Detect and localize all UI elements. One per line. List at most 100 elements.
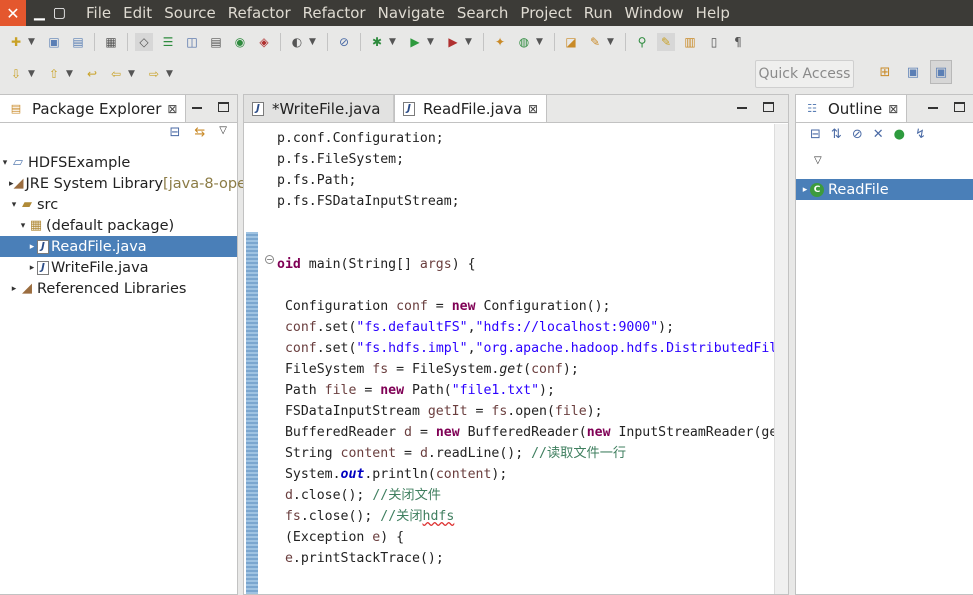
profile-icon[interactable]: ◐	[288, 33, 306, 51]
chevron-down-icon[interactable]: ▾	[9, 200, 19, 210]
chevron-right-icon[interactable]: ▸	[27, 263, 37, 273]
tree-item[interactable]: ▾ ▱ HDFSExample	[0, 152, 237, 173]
tab-package-explorer[interactable]: ▤ Package Explorer ⊠	[0, 94, 187, 122]
java-ee-perspective-icon[interactable]: ▣	[902, 60, 924, 84]
next-annotation-down-icon[interactable]: ⇩	[7, 65, 25, 83]
whitespace-icon[interactable]: ◉	[231, 33, 249, 51]
menu-search[interactable]: Search	[451, 0, 515, 26]
new-class-icon[interactable]: ◍	[515, 33, 533, 51]
chevron-down-icon[interactable]: ▼	[536, 37, 546, 47]
minimize-icon[interactable]	[192, 107, 202, 109]
forward-icon[interactable]: ⇨	[145, 65, 163, 83]
annotation-icon[interactable]: ▥	[681, 33, 699, 51]
chevron-right-icon[interactable]: ▸	[27, 242, 37, 252]
hide-static-icon[interactable]: ✕	[873, 127, 884, 142]
chevron-down-icon[interactable]: ▼	[66, 69, 76, 79]
close-icon[interactable]: ⊠	[167, 102, 177, 116]
collapse-all-icon[interactable]: ⊟	[169, 125, 180, 140]
save-icon[interactable]: ▣	[45, 33, 63, 51]
tree-item[interactable]: ▾ ▰ src	[0, 194, 237, 215]
skip-breakpoints-icon[interactable]: ⊘	[335, 33, 353, 51]
tree-item[interactable]: ▸ ◢ JRE System Library [java-8-ope	[0, 173, 246, 194]
show-whitespace-icon[interactable]: ¶	[729, 33, 747, 51]
tab-writefilejava[interactable]: J *WriteFile.java	[244, 95, 394, 122]
editor-scrollbar[interactable]	[774, 124, 788, 594]
menu-refactor[interactable]: Refactor	[222, 0, 297, 26]
chevron-down-icon[interactable]: ▼	[309, 37, 319, 47]
menu-run[interactable]: Run	[578, 0, 619, 26]
menu-navigate[interactable]: Navigate	[372, 0, 451, 26]
minimize-icon[interactable]	[737, 107, 747, 109]
mark-occurrences-icon[interactable]: ✎	[657, 33, 675, 51]
tree-item[interactable]: ▸ J ReadFile.java	[0, 236, 237, 257]
chevron-down-icon[interactable]: ▾	[18, 221, 28, 231]
collapse-all-icon[interactable]: ⊟	[810, 127, 821, 142]
tree-item[interactable]: ▾ ▦ (default package)	[0, 215, 237, 236]
new-java-project-icon[interactable]: ✦	[491, 33, 509, 51]
menu-project[interactable]: Project	[514, 0, 577, 26]
menu-file[interactable]: File	[80, 0, 117, 26]
tab-readfilejava[interactable]: J ReadFile.java ⊠	[394, 94, 548, 122]
chevron-down-icon[interactable]: ▾	[0, 158, 10, 168]
chevron-down-icon[interactable]: ▼	[28, 37, 38, 47]
hide-local-types-icon[interactable]: ↯	[915, 127, 926, 142]
run-icon[interactable]: ▶	[406, 33, 424, 51]
javadoc-icon[interactable]: ◫	[183, 33, 201, 51]
binary-icon[interactable]: ▦	[102, 33, 120, 51]
menu-source[interactable]: Source	[158, 0, 222, 26]
chevron-down-icon[interactable]: ▼	[28, 69, 38, 79]
hide-fields-icon[interactable]: ⊘	[852, 127, 863, 142]
open-perspective-icon[interactable]: ⊞	[874, 60, 896, 84]
fold-toggle-icon[interactable]: −	[265, 255, 274, 264]
next-annotation-icon[interactable]: ▯	[705, 33, 723, 51]
view-menu-icon[interactable]: ▽	[814, 155, 822, 166]
run-external-icon[interactable]: ▶	[444, 33, 462, 51]
hide-non-public-icon[interactable]: ●	[894, 127, 905, 142]
chevron-down-icon[interactable]: ▼	[607, 37, 617, 47]
code-content[interactable]: p.conf.Configuration; p.fs.FileSystem; p.f…	[277, 128, 774, 569]
close-icon[interactable]: ⊠	[888, 102, 898, 116]
minimize-icon[interactable]	[928, 107, 938, 109]
chevron-down-icon[interactable]: ▼	[427, 37, 437, 47]
chevron-right-icon[interactable]: ▸	[800, 185, 810, 195]
block-select-icon[interactable]: ☰	[159, 33, 177, 51]
chevron-down-icon[interactable]: ▼	[166, 69, 176, 79]
outline-item[interactable]: ▸ C ReadFile	[796, 179, 973, 200]
menu-refactor[interactable]: Refactor	[297, 0, 372, 26]
save-all-icon[interactable]: ▤	[69, 33, 87, 51]
chevron-right-icon[interactable]: ▸	[9, 284, 19, 294]
chevron-down-icon[interactable]: ▼	[389, 37, 399, 47]
tab-outline[interactable]: ☷ Outline ⊠	[796, 94, 908, 122]
toggle-mark-icon[interactable]: ◇	[135, 33, 153, 51]
maximize-icon[interactable]	[763, 102, 774, 112]
toggle-breadcrumb-icon[interactable]: ⚲	[633, 33, 651, 51]
sort-icon[interactable]: ⇅	[831, 127, 842, 142]
search-icon[interactable]: ✎	[586, 33, 604, 51]
maximize-icon[interactable]: ▢	[53, 5, 66, 21]
previous-annotation-up-icon[interactable]: ⇧	[45, 65, 63, 83]
build-icon[interactable]: ◈	[255, 33, 273, 51]
menu-window[interactable]: Window	[619, 0, 690, 26]
minimize-icon[interactable]: ▁	[34, 5, 45, 21]
link-with-editor-icon[interactable]: ⇆	[194, 125, 205, 140]
window-close-button[interactable]: ✕	[0, 0, 26, 26]
tree-item[interactable]: ▸ J WriteFile.java	[0, 257, 237, 278]
format-icon[interactable]: ▤	[207, 33, 225, 51]
menu-help[interactable]: Help	[690, 0, 736, 26]
back-icon[interactable]: ⇦	[107, 65, 125, 83]
maximize-icon[interactable]	[218, 102, 229, 112]
open-type-icon[interactable]: ◪	[562, 33, 580, 51]
code-editor[interactable]: − p.conf.Configuration; p.fs.FileSystem; p…	[244, 124, 788, 594]
close-icon[interactable]: ⊠	[528, 102, 538, 116]
tree-item[interactable]: ▸ ◢ Referenced Libraries	[0, 278, 237, 299]
chevron-down-icon[interactable]: ▼	[128, 69, 138, 79]
new-icon[interactable]: ✚	[7, 33, 25, 51]
last-edit-icon[interactable]: ↩	[83, 65, 101, 83]
debug-icon[interactable]: ✱	[368, 33, 386, 51]
chevron-down-icon[interactable]: ▼	[465, 37, 475, 47]
menu-edit[interactable]: Edit	[117, 0, 158, 26]
maximize-icon[interactable]	[954, 102, 965, 112]
view-menu-icon[interactable]: ▽	[219, 125, 227, 140]
quick-access-input[interactable]: Quick Access	[755, 60, 854, 88]
java-perspective-icon[interactable]: ▣	[930, 60, 952, 84]
